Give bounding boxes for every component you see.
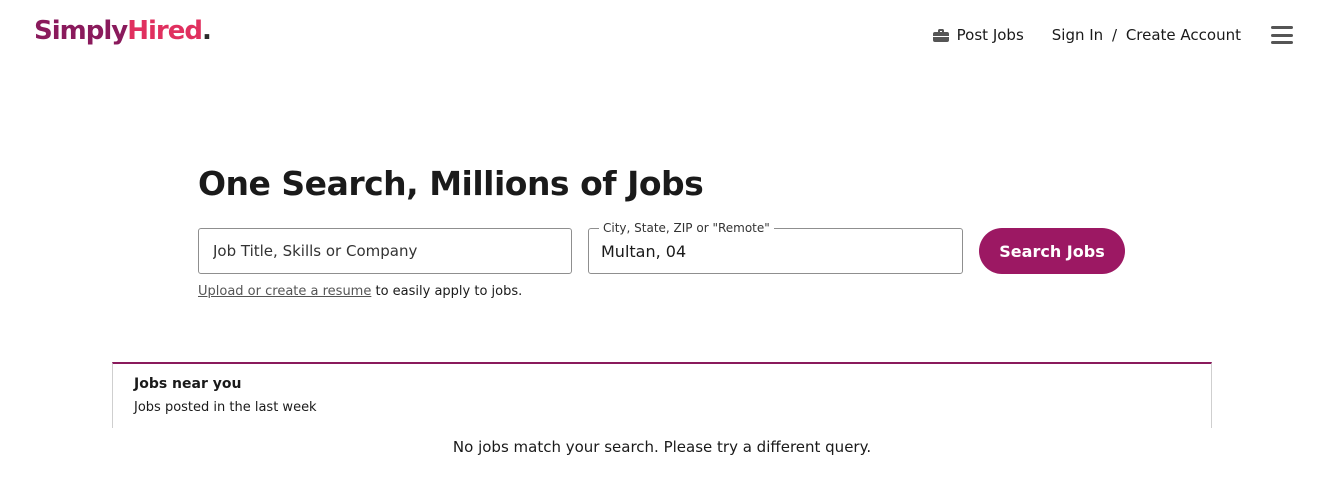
post-jobs-label: Post Jobs <box>956 26 1024 44</box>
upload-resume-link[interactable]: Upload or create a resume <box>198 284 371 299</box>
jobs-panel-subtitle: Jobs posted in the last week <box>134 400 317 415</box>
simplyhired-logo[interactable]: SimplyHired. <box>34 16 212 46</box>
briefcase-icon <box>932 28 949 42</box>
sign-in-link[interactable]: Sign In <box>1052 26 1103 44</box>
where-field-container: City, State, ZIP or "Remote" <box>588 221 963 274</box>
logo-text-hired: Hired <box>127 16 203 46</box>
search-jobs-button[interactable]: Search Jobs <box>979 228 1125 274</box>
post-jobs-link[interactable]: Post Jobs <box>932 26 1024 44</box>
site-header: SimplyHired. Post Jobs Sign In / Create … <box>0 0 1321 70</box>
create-account-link[interactable]: Create Account <box>1126 26 1241 44</box>
no-jobs-message: No jobs match your search. Please try a … <box>452 438 872 456</box>
hamburger-menu-icon[interactable] <box>1271 26 1293 44</box>
jobs-panel-title: Jobs near you <box>134 376 242 392</box>
logo-text-simply: Simply <box>34 16 128 46</box>
location-label: City, State, ZIP or "Remote" <box>599 221 774 235</box>
page-title: One Search, Millions of Jobs <box>198 164 704 203</box>
resume-prompt-suffix: to easily apply to jobs. <box>371 284 523 299</box>
logo-text-dot: . <box>201 16 212 46</box>
nav-separator: / <box>1111 26 1118 44</box>
jobs-near-you-panel: Jobs near you Jobs posted in the last we… <box>112 362 1212 428</box>
job-title-input[interactable] <box>199 229 571 273</box>
resume-prompt: Upload or create a resume to easily appl… <box>198 284 522 299</box>
location-input[interactable] <box>589 229 962 273</box>
what-field-container <box>198 228 572 274</box>
top-nav: Post Jobs Sign In / Create Account <box>932 22 1293 48</box>
account-links: Sign In / Create Account <box>1052 26 1241 44</box>
